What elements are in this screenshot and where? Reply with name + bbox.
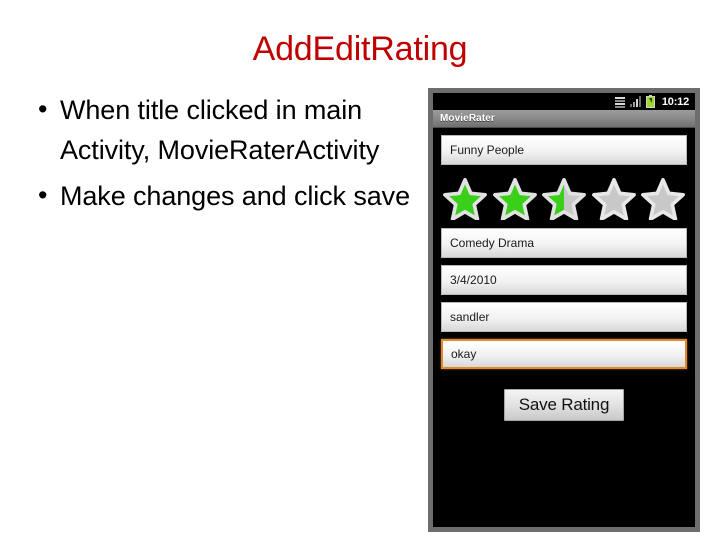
star-icon-4-empty[interactable]	[591, 178, 636, 220]
movie-title-field[interactable]: Funny People	[441, 135, 687, 165]
app-title-label: MovieRater	[440, 113, 495, 124]
star-icon-1-filled[interactable]	[443, 178, 487, 220]
sync-data-icon	[614, 96, 625, 108]
bullet-text: Make changes and click save	[60, 181, 410, 211]
save-button-row: Save Rating	[441, 389, 687, 421]
bullet-point-icon: •	[38, 94, 48, 124]
comment-field[interactable]: okay	[441, 339, 687, 369]
signal-bars-icon	[629, 96, 641, 107]
status-bar: 10:12	[433, 93, 695, 110]
star-icon-3-half[interactable]	[542, 178, 586, 220]
battery-charging-icon	[645, 94, 655, 108]
star-icon-2-filled[interactable]	[492, 178, 537, 220]
page-title: AddEditRating	[252, 30, 468, 68]
phone-screen: 10:12 MovieRater Funny People Comedy Dra…	[433, 93, 695, 527]
star-icon-5-empty[interactable]	[641, 178, 685, 220]
status-bar-icons: 10:12	[614, 94, 689, 108]
bullet-list: • When title clicked in main Activity, M…	[26, 90, 426, 222]
genre-field[interactable]: Comedy Drama	[441, 228, 687, 258]
rating-bar[interactable]	[441, 172, 687, 228]
app-title-bar: MovieRater	[433, 110, 695, 128]
app-content: Funny People Comedy Drama 3/4/2010 sandl…	[433, 128, 695, 421]
list-item: • Make changes and click save	[26, 176, 426, 216]
actor-field[interactable]: sandler	[441, 302, 687, 332]
save-rating-button[interactable]: Save Rating	[503, 389, 625, 421]
phone-screenshot: 10:12 MovieRater Funny People Comedy Dra…	[428, 88, 700, 532]
list-item: • When title clicked in main Activity, M…	[26, 90, 426, 170]
bullet-text: When title clicked in main Activity, Mov…	[60, 95, 380, 165]
date-field[interactable]: 3/4/2010	[441, 265, 687, 295]
status-bar-clock: 10:12	[661, 95, 689, 108]
bullet-point-icon: •	[38, 180, 48, 210]
